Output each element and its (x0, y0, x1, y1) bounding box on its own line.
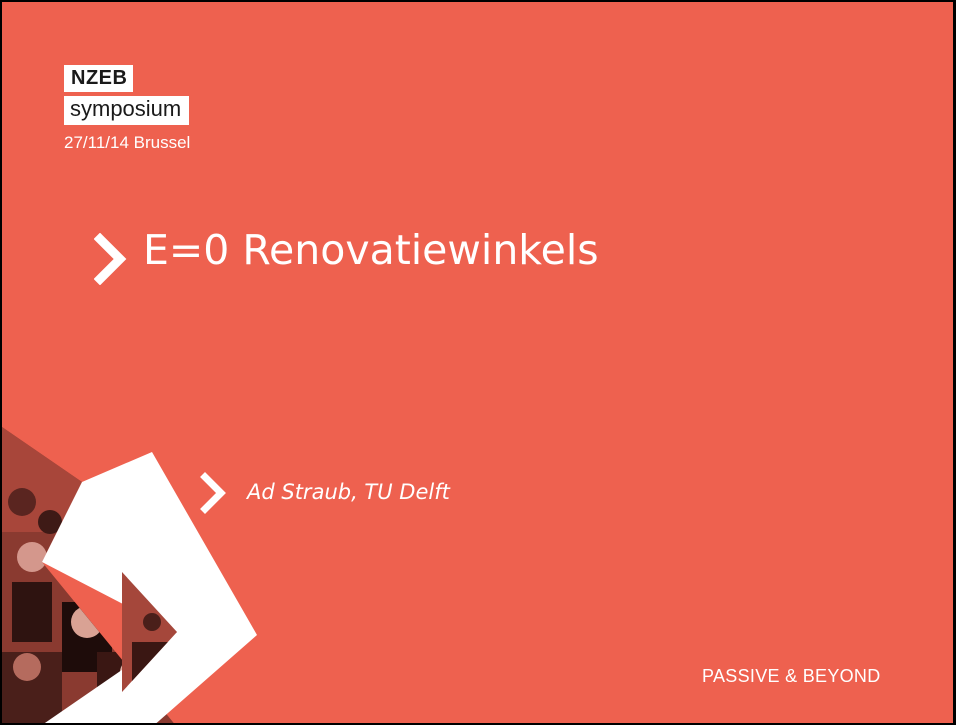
event-logo: NZEB symposium 27/11/14 Brussel (64, 65, 190, 153)
chevron-right-icon (200, 472, 226, 514)
logo-symposium: symposium (64, 96, 190, 125)
slide-title: E=0 Renovatiewinkels (143, 226, 599, 274)
slide-author: Ad Straub, TU Delft (247, 480, 450, 504)
footer-tagline: PASSIVE & BEYOND (702, 666, 881, 686)
slide: NZEB symposium 27/11/14 Brussel E=0 Reno… (0, 0, 956, 725)
event-date-location: 27/11/14 Brussel (64, 133, 191, 152)
chevron-right-icon (94, 233, 127, 285)
logo-nzeb: NZEB (64, 65, 134, 92)
